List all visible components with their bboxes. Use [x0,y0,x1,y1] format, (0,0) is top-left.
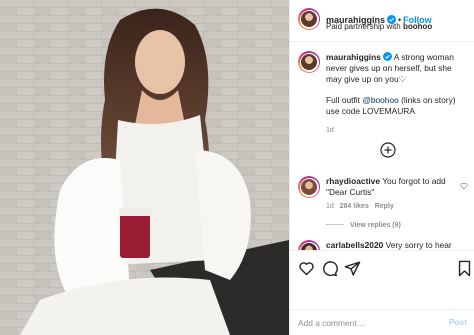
comment-username[interactable]: rhaydioactive [326,176,380,186]
caption-mention[interactable]: @boohoo [362,95,398,105]
post-photo-image [0,0,289,335]
comment-text: Very sorry to hear [385,240,452,250]
partner-link[interactable]: boohoo [403,22,432,31]
comment-avatar[interactable] [298,240,320,250]
comment-meta: 1d 284 likes Reply [326,203,394,210]
comment-item: rhaydioactive You forgot to add "Dear Cu… [298,176,468,236]
post-header: maurahiggins • Follow Paid partnership wit… [290,0,474,42]
comment-item: carlabells2020 Very sorry to hear [298,240,468,250]
view-replies-label: View replies (9) [350,222,401,229]
post-side-panel: maurahiggins • Follow Paid partnership wit… [289,0,474,335]
heart-icon[interactable] [298,260,315,277]
comment-icon[interactable] [321,260,338,277]
avatar[interactable] [298,8,320,30]
load-more-plus-icon[interactable] [380,142,396,158]
comment-likes[interactable]: 284 likes [340,203,369,210]
view-replies-button[interactable]: View replies (9) [326,222,401,229]
post-photo[interactable] [0,0,289,335]
comment-body: carlabells2020 Very sorry to hear [326,240,461,250]
reply-button[interactable]: Reply [375,203,394,210]
replies-line [326,224,344,225]
verified-badge-icon [382,52,392,61]
caption: maurahiggins A strong woman never gives … [326,52,469,136]
post-comment-button[interactable]: Post [449,317,467,327]
comment-age: 1d [326,203,334,210]
comment-avatar[interactable] [298,176,320,198]
comment-like-heart-icon[interactable] [460,182,468,190]
action-bar [290,250,474,284]
comment-username[interactable]: carlabells2020 [326,240,383,250]
add-comment-bar: Post [290,309,474,335]
paid-partnership-line: Paid partnership with boohoo [326,22,432,31]
add-comment-input[interactable] [298,316,418,330]
comment-body: rhaydioactive You forgot to add "Dear Cu… [326,176,461,198]
caption-line-2: Full outfit @boohoo (links on story) use… [326,95,469,117]
caption-age: 1d [326,127,334,134]
paid-partnership-label: Paid partnership with [326,22,401,31]
bookmark-icon[interactable] [456,260,473,277]
share-icon[interactable] [344,260,361,277]
caption-username[interactable]: maurahiggins [326,52,381,62]
caption-line-2-prefix: Full outfit [326,95,363,105]
caption-avatar[interactable] [298,51,320,73]
